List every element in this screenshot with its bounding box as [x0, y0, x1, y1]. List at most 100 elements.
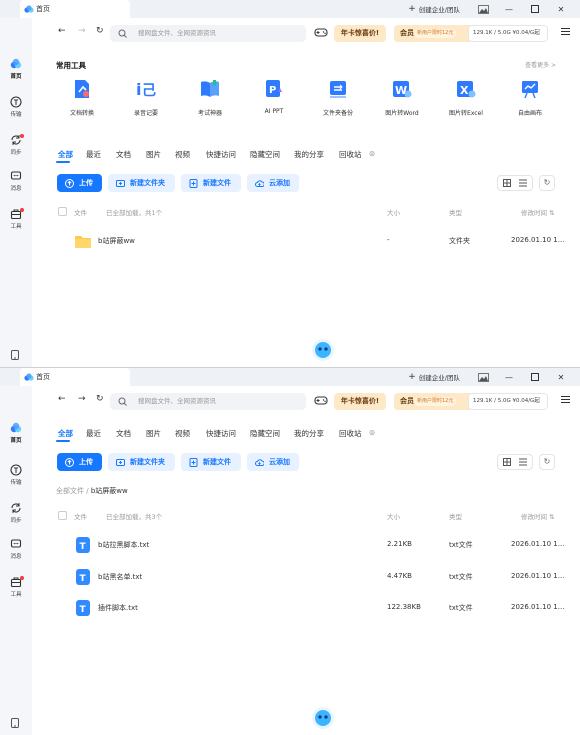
back-arrow-icon[interactable]: ← — [58, 394, 66, 404]
upload-button[interactable]: 上传 — [57, 453, 102, 471]
storage-usage[interactable]: 129.1K / 5.0G ¥0.04/G起 — [468, 25, 548, 42]
new-file-button[interactable]: 新建文件 — [181, 453, 241, 471]
plus-icon[interactable]: + — [408, 4, 416, 14]
breadcrumb-root[interactable]: 全部文件 — [56, 487, 84, 495]
tab-videos[interactable]: 视频 — [175, 149, 190, 160]
view-more-link[interactable]: 查看更多 > — [525, 60, 556, 69]
tab-docs[interactable]: 文档 — [116, 428, 131, 439]
tool-recording[interactable]: i己 录音记要 — [116, 78, 176, 117]
forward-arrow-icon[interactable]: → — [78, 394, 86, 404]
sidebar-item-tools[interactable]: 工具 — [0, 576, 32, 598]
mascot-icon[interactable] — [310, 704, 336, 730]
mascot-icon[interactable] — [310, 336, 336, 362]
tool-doc-convert[interactable]: 文档转换 — [52, 78, 112, 117]
close-icon[interactable]: ✕ — [555, 4, 567, 14]
tab-images[interactable]: 图片 — [146, 149, 161, 160]
tab-home[interactable]: 首页 — [20, 0, 130, 18]
select-all-checkbox[interactable] — [58, 207, 67, 216]
plus-icon[interactable]: + — [408, 372, 416, 382]
tab-my-shares[interactable]: 我的分享 — [294, 428, 324, 439]
maximize-icon[interactable] — [529, 4, 541, 14]
sidebar-item-transfer[interactable]: 传输 — [0, 464, 32, 486]
table-row[interactable]: T 插件脚本.txt 122.38KB txt文件 2026.01.10 1..… — [56, 596, 564, 620]
tab-settings-icon[interactable]: ⊚ — [369, 149, 375, 158]
annual-card-promo-button[interactable]: 年卡惊喜价! — [334, 25, 386, 42]
tool-image-to-word[interactable]: W 图片转Word — [372, 78, 432, 117]
minimize-icon[interactable]: — — [503, 4, 515, 14]
tab-videos[interactable]: 视频 — [175, 428, 190, 439]
forward-arrow-icon[interactable]: → — [78, 26, 86, 36]
phone-icon[interactable] — [11, 350, 19, 360]
new-folder-button[interactable]: 新建文件夹 — [108, 453, 175, 471]
tab-quick-access[interactable]: 快捷访问 — [206, 149, 236, 160]
file-name[interactable]: b站拉黑脚本.txt — [98, 540, 149, 550]
column-size[interactable]: 大小 — [387, 511, 400, 521]
sidebar-item-message[interactable]: 消息 — [0, 170, 32, 192]
tab-all[interactable]: 全部 — [58, 149, 73, 160]
list-view-icon[interactable] — [519, 179, 527, 187]
tab-recycle-bin[interactable]: 回收站 — [339, 428, 362, 439]
column-size[interactable]: 大小 — [387, 207, 400, 217]
search-input[interactable]: 搜网盘文件、全网资源资讯 — [110, 393, 306, 410]
table-row[interactable]: T b站拉黑脚本.txt 2.21KB txt文件 2026.01.10 1..… — [56, 533, 564, 557]
menu-icon[interactable] — [561, 395, 570, 404]
grid-view-icon[interactable] — [503, 458, 511, 466]
menu-icon[interactable] — [561, 27, 570, 36]
view-toggle[interactable] — [497, 175, 533, 191]
tool-folder-backup[interactable]: 文件夹备份 — [308, 78, 368, 117]
tool-exam[interactable]: 考试神器 — [180, 78, 240, 117]
tab-hidden-space[interactable]: 隐藏空间 — [250, 149, 280, 160]
mountain-image-icon[interactable] — [477, 372, 489, 382]
tab-recent[interactable]: 最近 — [86, 149, 101, 160]
column-modified[interactable]: 修改时间 ⇅ — [521, 511, 555, 521]
file-name[interactable]: 插件脚本.txt — [98, 603, 138, 613]
search-input[interactable]: 搜网盘文件、全网资源资讯 — [110, 25, 306, 42]
column-type[interactable]: 类型 — [449, 511, 462, 521]
cloud-add-button[interactable]: 云添加 — [247, 453, 299, 471]
select-all-checkbox[interactable] — [58, 511, 67, 520]
table-row[interactable]: b站屏蔽ww - 文件夹 2026.01.10 1... — [56, 229, 564, 253]
view-toggle[interactable] — [497, 454, 533, 470]
sidebar-item-transfer[interactable]: 传输 — [0, 96, 32, 118]
sidebar-item-home[interactable]: 首页 — [0, 58, 32, 80]
refresh-list-button[interactable]: ↻ — [539, 175, 555, 191]
tab-my-shares[interactable]: 我的分享 — [294, 149, 324, 160]
tab-recent[interactable]: 最近 — [86, 428, 101, 439]
create-enterprise-link[interactable]: 创建企业/团队 — [419, 372, 460, 382]
tab-hidden-space[interactable]: 隐藏空间 — [250, 428, 280, 439]
column-file[interactable]: 文件 — [74, 207, 87, 217]
list-view-icon[interactable] — [519, 458, 527, 466]
column-type[interactable]: 类型 — [449, 207, 462, 217]
minimize-icon[interactable]: — — [503, 372, 515, 382]
tool-image-to-excel[interactable]: X 图片转Excel — [436, 78, 496, 117]
column-file[interactable]: 文件 — [74, 511, 87, 521]
create-enterprise-link[interactable]: 创建企业/团队 — [419, 4, 460, 14]
gamepad-icon[interactable] — [314, 394, 328, 406]
tab-docs[interactable]: 文档 — [116, 149, 131, 160]
column-modified[interactable]: 修改时间 ⇅ — [521, 207, 555, 217]
grid-view-icon[interactable] — [503, 179, 511, 187]
sidebar-item-tools[interactable]: 工具 — [0, 208, 32, 230]
refresh-icon[interactable]: ↻ — [96, 26, 104, 36]
upload-button[interactable]: 上传 — [57, 174, 102, 192]
tab-home[interactable]: 首页 — [20, 368, 130, 386]
storage-usage[interactable]: 129.1K / 5.0G ¥0.04/G起 — [468, 393, 548, 410]
annual-card-promo-button[interactable]: 年卡惊喜价! — [334, 393, 386, 410]
sidebar-item-sync[interactable]: 同步 — [0, 502, 32, 524]
tab-all[interactable]: 全部 — [58, 428, 73, 439]
sidebar-item-message[interactable]: 消息 — [0, 538, 32, 560]
refresh-icon[interactable]: ↻ — [96, 394, 104, 404]
gamepad-icon[interactable] — [314, 26, 328, 38]
mountain-image-icon[interactable] — [477, 4, 489, 14]
cloud-add-button[interactable]: 云添加 — [247, 174, 299, 192]
table-row[interactable]: T b站黑名单.txt 4.47KB txt文件 2026.01.10 1... — [56, 565, 564, 589]
tab-recycle-bin[interactable]: 回收站 — [339, 149, 362, 160]
sidebar-item-home[interactable]: 首页 — [0, 422, 32, 444]
close-icon[interactable]: ✕ — [555, 372, 567, 382]
new-file-button[interactable]: 新建文件 — [181, 174, 241, 192]
sidebar-item-sync[interactable]: 同步 — [0, 134, 32, 156]
phone-icon[interactable] — [11, 718, 19, 728]
tool-free-canvas[interactable]: 自由画布 — [500, 78, 560, 117]
tab-quick-access[interactable]: 快捷访问 — [206, 428, 236, 439]
refresh-list-button[interactable]: ↻ — [539, 454, 555, 470]
